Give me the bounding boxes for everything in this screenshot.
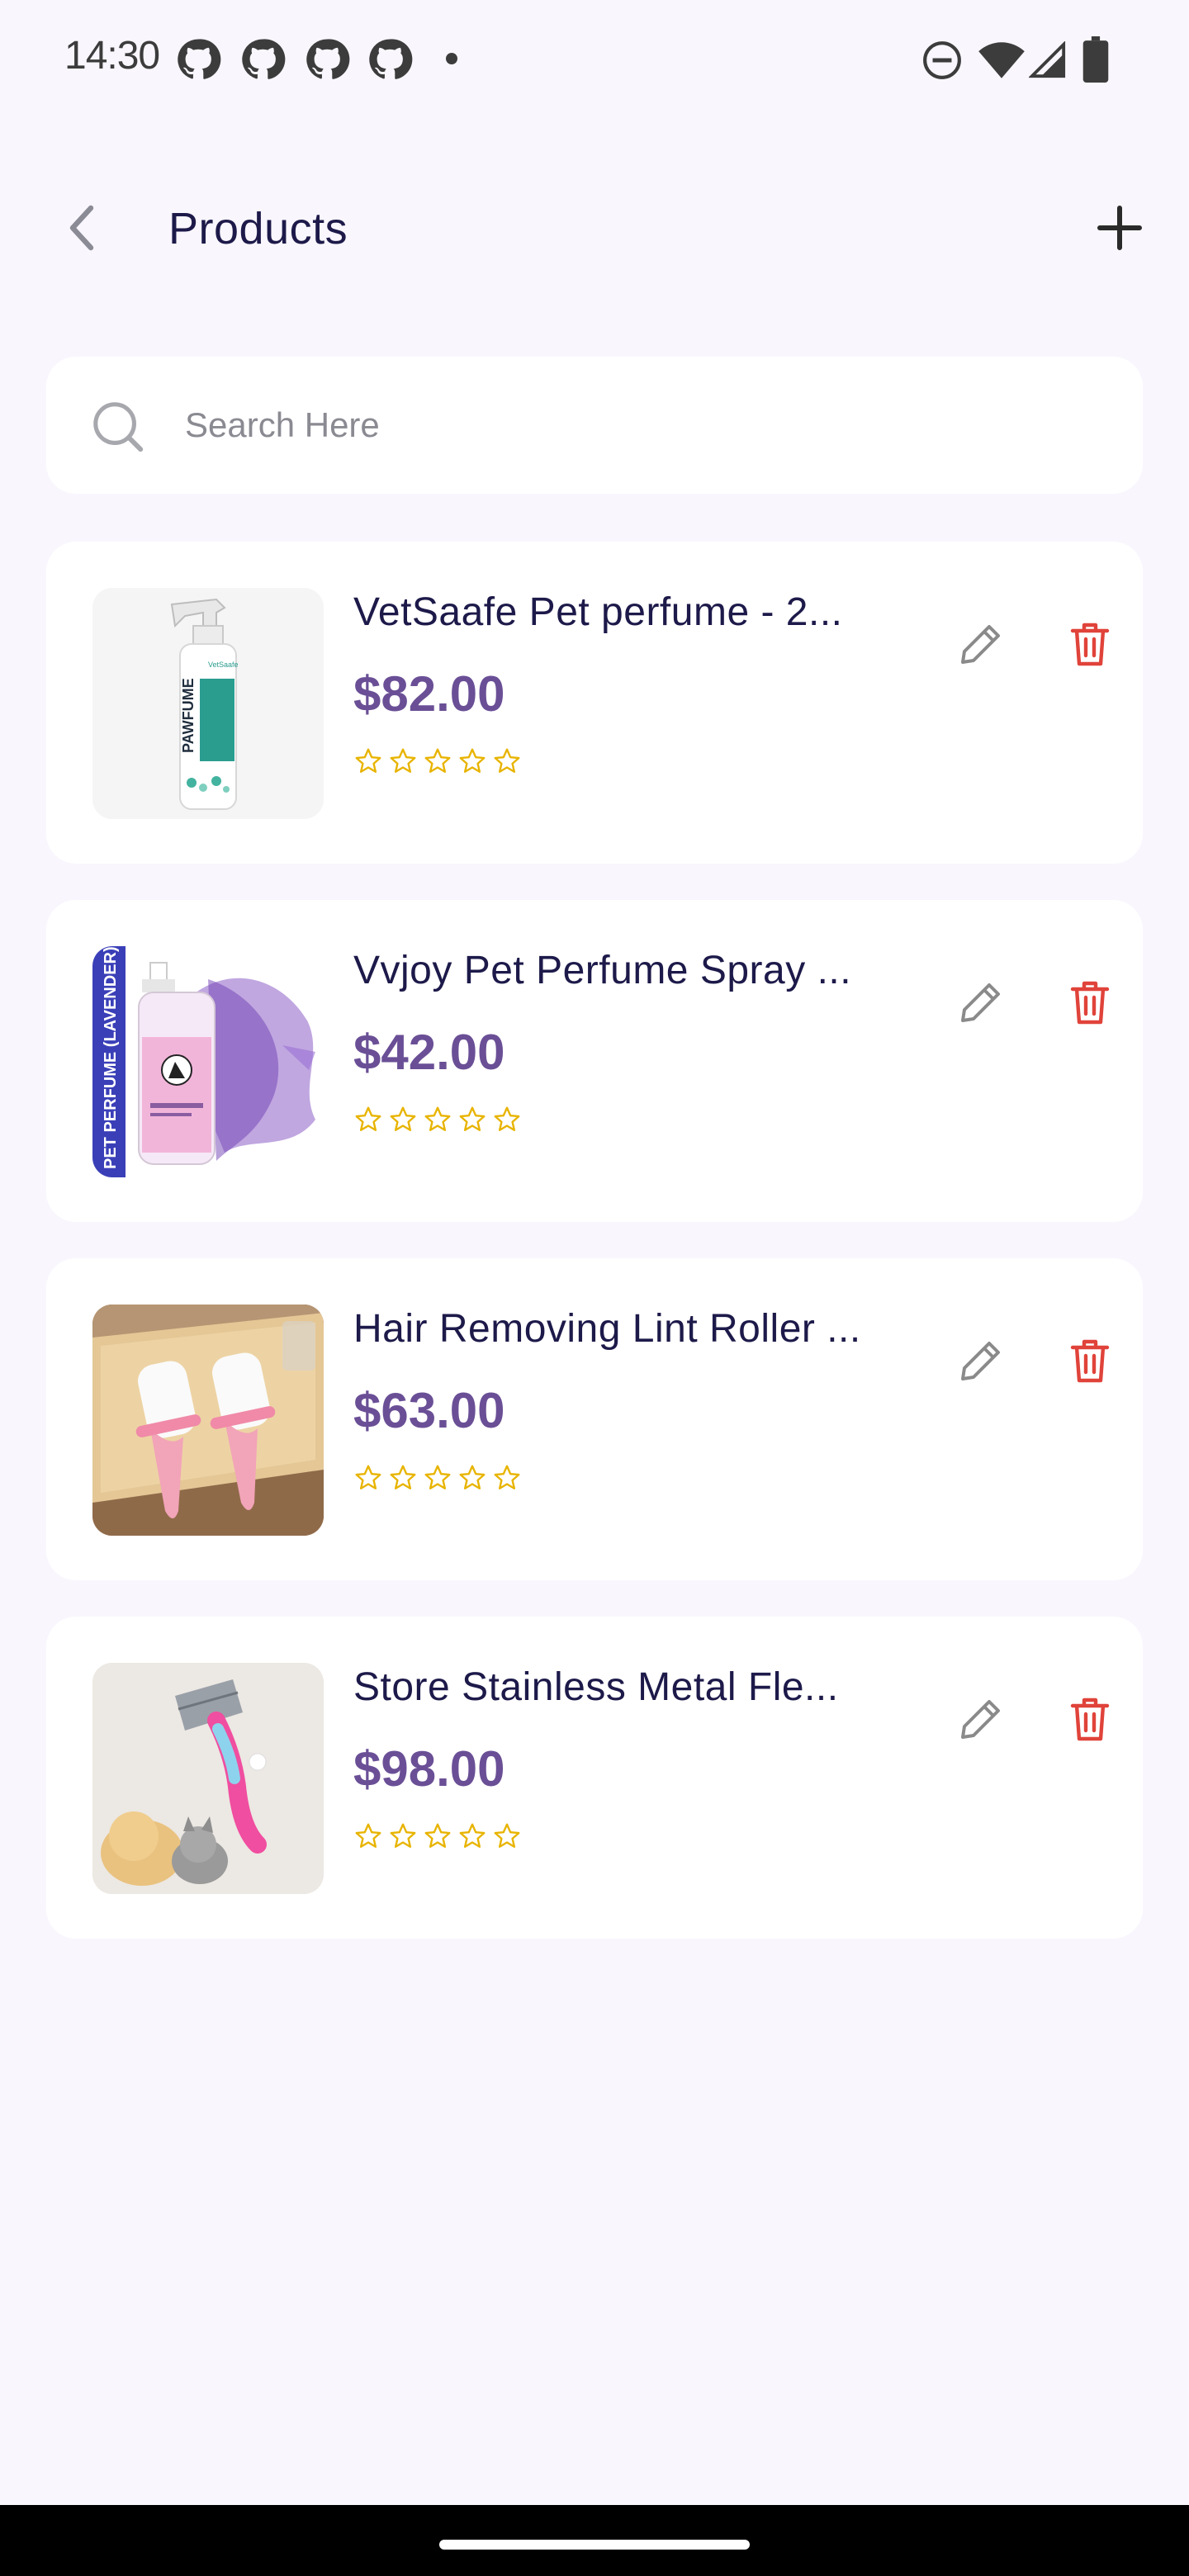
star-outline-icon: [390, 1823, 416, 1848]
product-image: PAWFUME VetSaafe: [92, 588, 324, 819]
product-image: [92, 1663, 324, 1894]
svg-text:PET PERFUME (LAVENDER): PET PERFUME (LAVENDER): [102, 946, 120, 1169]
trash-icon: [1070, 1698, 1110, 1741]
trash-icon: [1070, 1339, 1110, 1383]
product-list: PAWFUME VetSaafe VetSaafe Pet perfume - …: [46, 542, 1143, 1975]
add-product-button[interactable]: [1087, 195, 1153, 261]
star-outline-icon: [494, 1823, 520, 1848]
wifi-icon: [978, 42, 1025, 78]
product-price: $42.00: [353, 1025, 505, 1080]
edit-button[interactable]: [948, 969, 1014, 1035]
search-icon: [93, 402, 144, 452]
battery-icon: [1082, 36, 1109, 83]
svg-text:PAWFUME: PAWFUME: [180, 678, 197, 753]
product-name: Hair Removing Lint Roller ...: [353, 1307, 861, 1351]
do-not-disturb-icon: [923, 41, 961, 79]
delete-button[interactable]: [1057, 611, 1123, 677]
star-outline-icon: [355, 1106, 381, 1131]
star-outline-icon: [355, 1465, 381, 1489]
pencil-icon: [961, 1342, 1000, 1380]
product-image: PET PERFUME (LAVENDER): [92, 946, 324, 1177]
star-outline-icon: [355, 1823, 381, 1848]
star-outline-icon: [459, 748, 486, 773]
product-card[interactable]: PAWFUME VetSaafe VetSaafe Pet perfume - …: [46, 542, 1143, 864]
star-outline-icon: [459, 1106, 486, 1131]
star-outline-icon: [424, 1106, 451, 1131]
rating-stars: [353, 1463, 522, 1493]
product-card[interactable]: Hair Removing Lint Roller ... $63.00: [46, 1258, 1143, 1580]
plus-icon: [1097, 206, 1142, 250]
delete-button[interactable]: [1057, 1328, 1123, 1394]
status-time: 14:30: [64, 34, 160, 78]
github-icon: [369, 39, 413, 79]
product-name: Vvjoy Pet Perfume Spray ...: [353, 949, 852, 992]
search-input[interactable]: [185, 390, 1093, 461]
edit-button[interactable]: [948, 1328, 1014, 1394]
page-title: Products: [168, 204, 348, 253]
delete-button[interactable]: [1057, 1686, 1123, 1752]
star-outline-icon: [424, 1465, 451, 1489]
product-price: $63.00: [353, 1383, 505, 1438]
app-header: Products: [0, 165, 1189, 297]
product-price: $98.00: [353, 1741, 505, 1797]
star-outline-icon: [355, 748, 381, 773]
product-name: VetSaafe Pet perfume - 2...: [353, 590, 843, 634]
product-name: Store Stainless Metal Fle...: [353, 1665, 839, 1709]
rating-stars: [353, 746, 522, 776]
rating-stars: [353, 1821, 522, 1851]
rating-stars: [353, 1105, 522, 1134]
star-outline-icon: [459, 1465, 486, 1489]
signal-icon: [1029, 41, 1066, 78]
edit-button[interactable]: [948, 611, 1014, 677]
github-icon: [178, 39, 221, 79]
trash-icon: [1070, 981, 1110, 1025]
delete-button[interactable]: [1057, 969, 1123, 1035]
more-notifications-dot: [446, 53, 457, 64]
star-outline-icon: [494, 748, 520, 773]
products-screen: 14:30 Products Search Here PAWFUME VetSa…: [0, 0, 1189, 2576]
back-button[interactable]: [50, 195, 116, 261]
product-image: [92, 1305, 324, 1536]
star-outline-icon: [390, 1465, 416, 1489]
star-outline-icon: [459, 1823, 486, 1848]
star-outline-icon: [494, 1106, 520, 1131]
product-price: $82.00: [353, 666, 505, 722]
chevron-left-icon: [69, 205, 94, 251]
pencil-icon: [961, 1700, 1000, 1739]
home-indicator[interactable]: [439, 2540, 750, 2550]
pencil-icon: [961, 983, 1000, 1022]
star-outline-icon: [424, 1823, 451, 1848]
edit-button[interactable]: [948, 1686, 1014, 1752]
github-icon: [242, 39, 286, 79]
pencil-icon: [961, 625, 1000, 664]
search-bar[interactable]: [46, 357, 1143, 494]
github-icon: [306, 39, 350, 79]
star-outline-icon: [424, 748, 451, 773]
star-outline-icon: [390, 1106, 416, 1131]
star-outline-icon: [494, 1465, 520, 1489]
system-navigation-bar: [0, 2505, 1189, 2576]
status-bar: 14:30: [0, 0, 1189, 116]
trash-icon: [1070, 623, 1110, 666]
product-card[interactable]: PET PERFUME (LAVENDER) Vvjoy Pet Perfume…: [46, 900, 1143, 1222]
product-card[interactable]: Store Stainless Metal Fle... $98.00: [46, 1617, 1143, 1939]
star-outline-icon: [390, 748, 416, 773]
svg-text:VetSaafe: VetSaafe: [208, 661, 239, 669]
